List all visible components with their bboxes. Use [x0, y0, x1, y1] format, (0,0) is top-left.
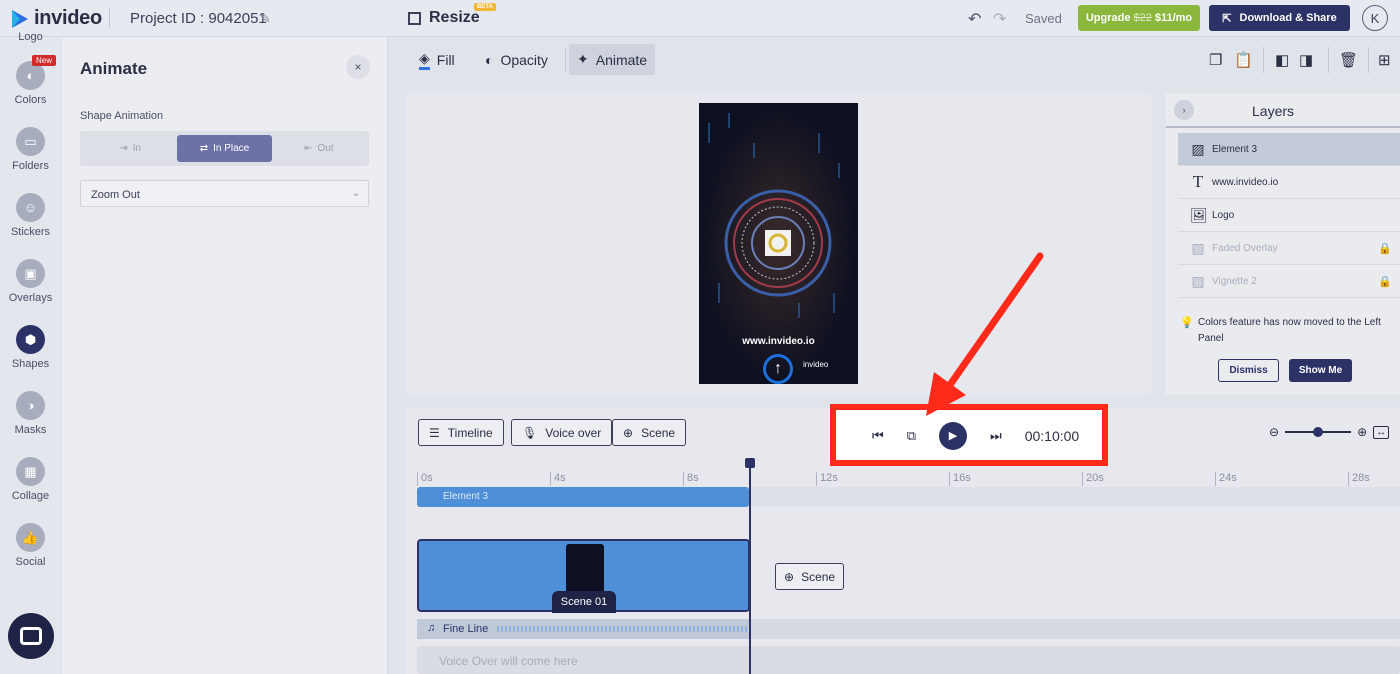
- annotation-arrow: [926, 252, 1044, 416]
